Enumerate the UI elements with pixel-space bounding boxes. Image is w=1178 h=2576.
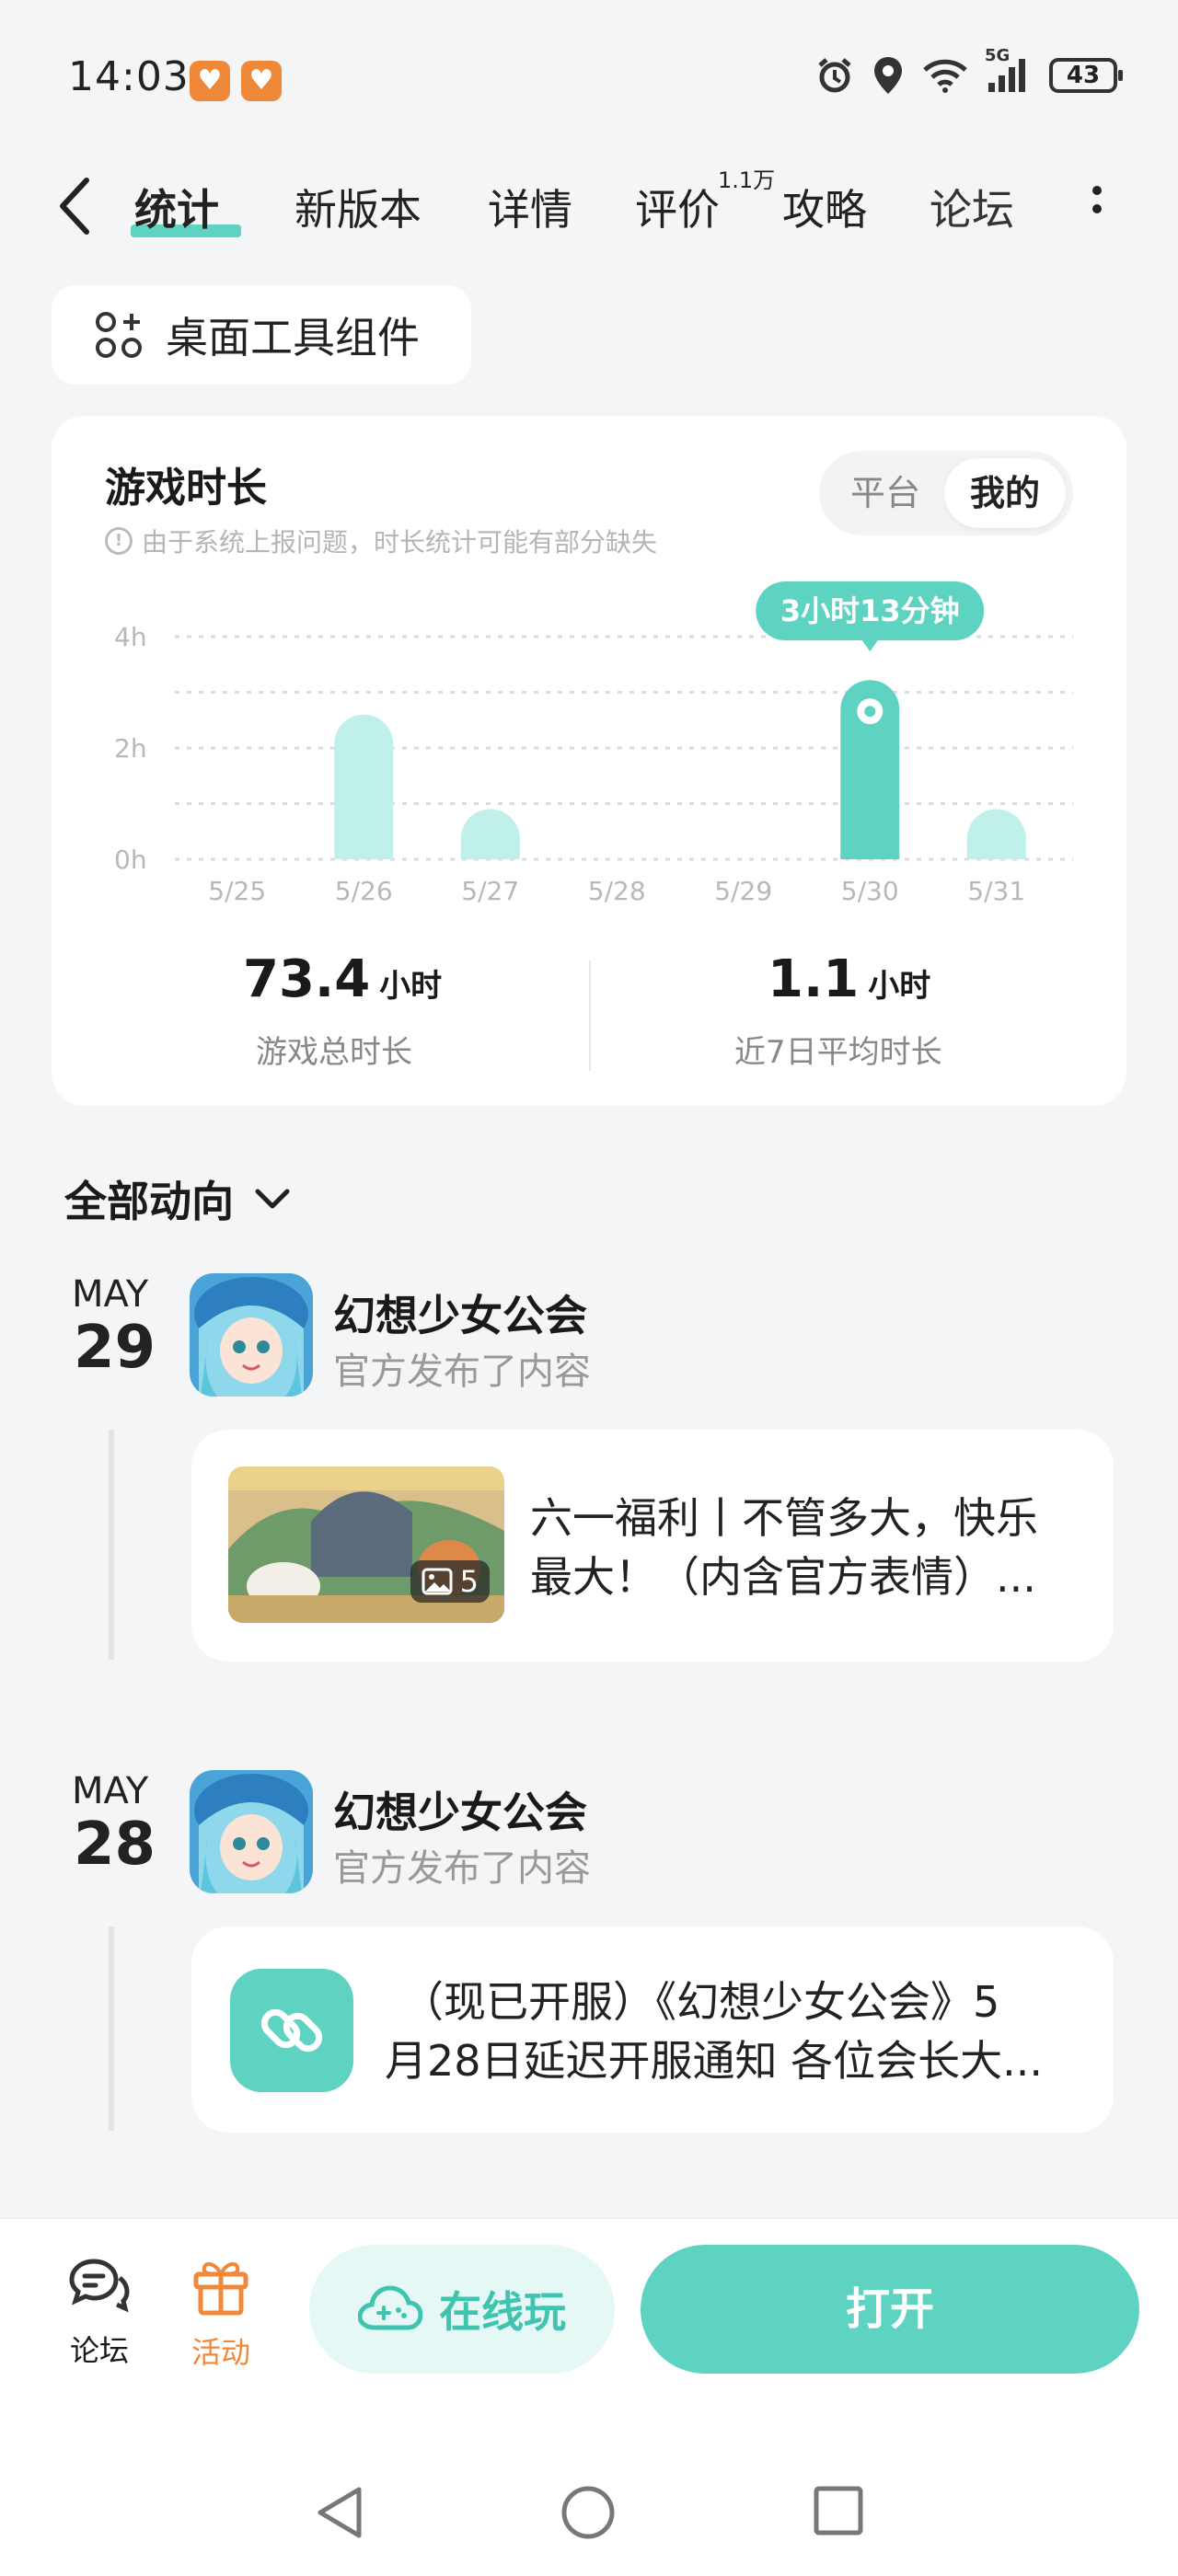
post-card[interactable]: （现已开服）《幻想少女公会》5 月28日延迟开服通知 各位会长大...: [191, 1926, 1114, 2133]
activity-nav-label: 活动: [191, 2335, 250, 2370]
chevron-down-icon: [255, 1189, 290, 1209]
image-count-badge: 5: [410, 1560, 490, 1603]
nav-home-button[interactable]: [560, 2484, 617, 2545]
location-icon: [872, 55, 904, 96]
x-tick-label: 5/29: [714, 876, 772, 906]
status-time: 14:03: [68, 53, 190, 100]
x-tick-label: 5/30: [841, 876, 899, 906]
chat-bubble-icon: [69, 2259, 130, 2313]
feed-filter[interactable]: 全部动向: [64, 1168, 291, 1229]
forum-nav-button[interactable]: 论坛: [53, 2256, 145, 2370]
status-icons: 5G 43: [815, 46, 1123, 96]
publisher-action: 官方发布了内容: [333, 1847, 591, 1890]
timeline-rail: [109, 1430, 114, 1660]
tab-guides[interactable]: 攻略: [782, 177, 867, 237]
open-game-button[interactable]: 打开: [641, 2245, 1139, 2374]
total-time-label: 游戏总时长: [256, 1034, 412, 1071]
y-tick-label: 2h: [114, 733, 147, 764]
total-time-unit: 小时: [379, 968, 443, 1005]
cloud-gamepad-icon: [358, 2285, 422, 2330]
post-thumbnail: 5: [228, 1466, 504, 1623]
chart-tooltip-text: 3小时13分钟: [780, 593, 960, 628]
image-count: 5: [459, 1564, 479, 1599]
game-avatar[interactable]: [190, 1770, 313, 1893]
avg-time-value: 1.1: [768, 949, 860, 1009]
circle-home-icon: [561, 2486, 615, 2539]
post-text-line2: 月28日延迟开服通知 各位会长大...: [385, 2036, 1044, 2086]
app-screen: 14:03 ♥ ♥ 5G 43 统计 新版本 详情 评价 1.1万 攻略 论坛: [0, 0, 1178, 2576]
timeline-rail: [109, 1926, 114, 2131]
more-options-button[interactable]: [1086, 180, 1108, 236]
playtime-chart: 0h 2h 4h 5/25 5/26 5/27 5/28 5/29 5/30 5/31 3小时13分…: [114, 581, 1073, 906]
total-time-value: 73.4: [243, 949, 371, 1009]
nav-back-button[interactable]: [313, 2484, 364, 2545]
tab-reviews[interactable]: 评价: [635, 177, 720, 237]
tab-new-version[interactable]: 新版本: [294, 177, 422, 237]
x-tick-label: 5/31: [967, 876, 1025, 906]
activity-nav-button[interactable]: 活动: [175, 2256, 267, 2372]
chart-bar: [966, 809, 1026, 859]
heart-app-icon: ♥: [241, 61, 282, 101]
x-tick-label: 5/28: [588, 876, 646, 906]
bar-marker-dot: [864, 706, 876, 718]
x-tick-label: 5/25: [208, 876, 266, 906]
widget-grid-icon: [96, 312, 142, 358]
game-avatar[interactable]: [190, 1273, 313, 1397]
date-day: 28: [74, 1811, 156, 1879]
signal-icon: 5G: [985, 46, 1031, 94]
date-month: MAY: [72, 1770, 149, 1812]
widget-label: 桌面工具组件: [166, 313, 420, 362]
date-month: MAY: [72, 1273, 149, 1316]
chart-bar: [334, 714, 394, 859]
avg-time-unit: 小时: [868, 968, 931, 1005]
chart-tooltip-pointer: [860, 638, 880, 651]
feed-filter-label: 全部动向: [64, 1177, 234, 1226]
triangle-back-icon: [318, 2487, 362, 2538]
square-recents-icon: [814, 2486, 863, 2536]
publisher-action: 官方发布了内容: [333, 1351, 591, 1393]
nav-recents-button[interactable]: [812, 2484, 865, 2541]
play-online-label: 在线玩: [439, 2287, 566, 2337]
post-text-line1: 六一福利丨不管多大，快乐: [530, 1493, 1038, 1543]
avg-time: 1.1 小时: [768, 949, 930, 1009]
x-tick-label: 5/26: [335, 876, 393, 906]
post-card[interactable]: 5 六一福利丨不管多大，快乐 最大！（内含官方表情）...: [191, 1430, 1114, 1662]
play-online-button[interactable]: 在线玩: [309, 2245, 615, 2374]
link-tile: [230, 1969, 353, 2092]
publisher-name[interactable]: 幻想少女公会: [333, 1282, 587, 1343]
tab-details[interactable]: 详情: [488, 177, 572, 237]
playtime-card: 游戏时长 ! 由于系统上报问题，时长统计可能有部分缺失 平台 我的 0h 2h 4h…: [52, 416, 1126, 1106]
reviews-count-badge: 1.1万: [718, 167, 776, 193]
x-tick-label: 5/27: [461, 876, 519, 906]
y-tick-label: 0h: [114, 845, 147, 875]
alarm-icon: [815, 56, 854, 95]
image-icon: [422, 1568, 453, 1595]
chevron-left-icon: [60, 178, 89, 235]
heart-app-icon: ♥: [190, 61, 230, 101]
wifi-icon: [922, 57, 968, 94]
tab-forum[interactable]: 论坛: [930, 177, 1014, 237]
battery-icon: 43: [1049, 58, 1123, 93]
desktop-widget-button[interactable]: 桌面工具组件: [52, 285, 471, 385]
forum-nav-label: 论坛: [69, 2333, 129, 2368]
gift-icon: [193, 2262, 248, 2316]
post-text-line2: 最大！（内含官方表情）...: [530, 1552, 1036, 1602]
total-time: 73.4 小时: [243, 949, 442, 1009]
network-type: 5G: [985, 46, 1011, 65]
link-icon: [260, 2008, 323, 2053]
date-day: 29: [74, 1314, 156, 1382]
publisher-name[interactable]: 幻想少女公会: [333, 1779, 587, 1840]
back-button[interactable]: [55, 173, 96, 239]
chart-bar: [460, 809, 520, 859]
y-tick-label: 4h: [114, 622, 147, 652]
tab-stats[interactable]: 统计: [134, 177, 219, 237]
stats-divider: [589, 960, 591, 1071]
avg-time-label: 近7日平均时长: [734, 1034, 942, 1071]
post-text-line1: （现已开服）《幻想少女公会》5: [401, 1977, 1000, 2027]
